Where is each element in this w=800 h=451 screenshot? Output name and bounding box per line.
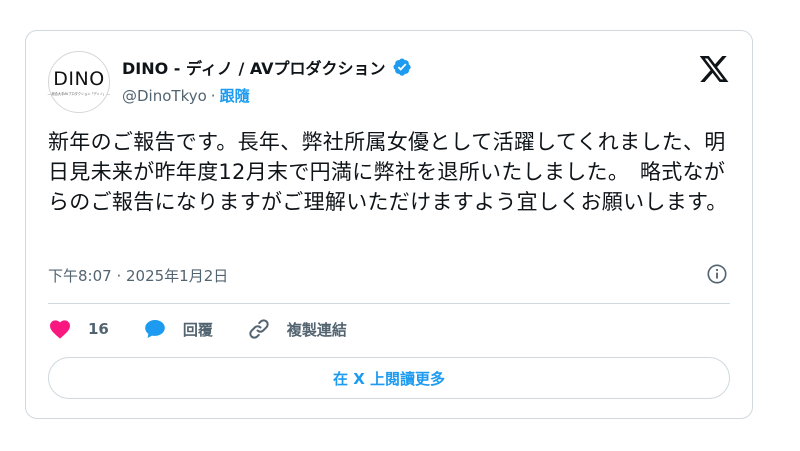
copy-link-button[interactable]: 複製連結 (247, 317, 347, 341)
divider (48, 303, 730, 304)
author-handle-row: @DinoTkyo · 跟隨 (122, 85, 250, 106)
verified-badge-icon (393, 58, 411, 76)
link-icon (249, 319, 269, 339)
avatar-logo-subtitle: — 総合大手AVプロダクション「ディノ」 — (47, 91, 111, 96)
like-count: 16 (88, 320, 109, 338)
embedded-tweet-card: DINO — 総合大手AVプロダクション「ディノ」 — DINO - ディノ /… (25, 30, 753, 419)
copy-link-label: 複製連結 (286, 320, 347, 339)
info-icon[interactable] (706, 263, 728, 285)
x-logo-icon[interactable] (698, 53, 730, 85)
speech-bubble-icon (145, 320, 165, 338)
follow-link[interactable]: 跟隨 (220, 85, 250, 106)
avatar-logo-text: DINO (53, 67, 105, 90)
heart-icon (50, 320, 70, 339)
handle-separator: · (210, 86, 216, 105)
tweet-text: 新年のご報告です。長年、弊社所属女優として活躍してくれました、明日見未来が昨年度… (48, 130, 728, 214)
avatar[interactable]: DINO — 総合大手AVプロダクション「ディノ」 — (48, 51, 110, 113)
reply-button[interactable]: 回覆 (143, 317, 213, 341)
tweet-timestamp[interactable]: 下午8:07 · 2025年1月2日 (48, 265, 228, 286)
like-button[interactable]: 16 (48, 317, 109, 341)
tweet-actions: 16 回覆 複製連結 (48, 317, 381, 341)
author-display-name[interactable]: DINO - ディノ / AVプロダクション (122, 55, 386, 79)
author-name-row: DINO - ディノ / AVプロダクション (122, 55, 412, 79)
reply-label: 回覆 (182, 320, 213, 339)
read-more-on-x-button[interactable]: 在 X 上閱讀更多 (48, 357, 730, 399)
author-handle[interactable]: @DinoTkyo (122, 87, 207, 105)
